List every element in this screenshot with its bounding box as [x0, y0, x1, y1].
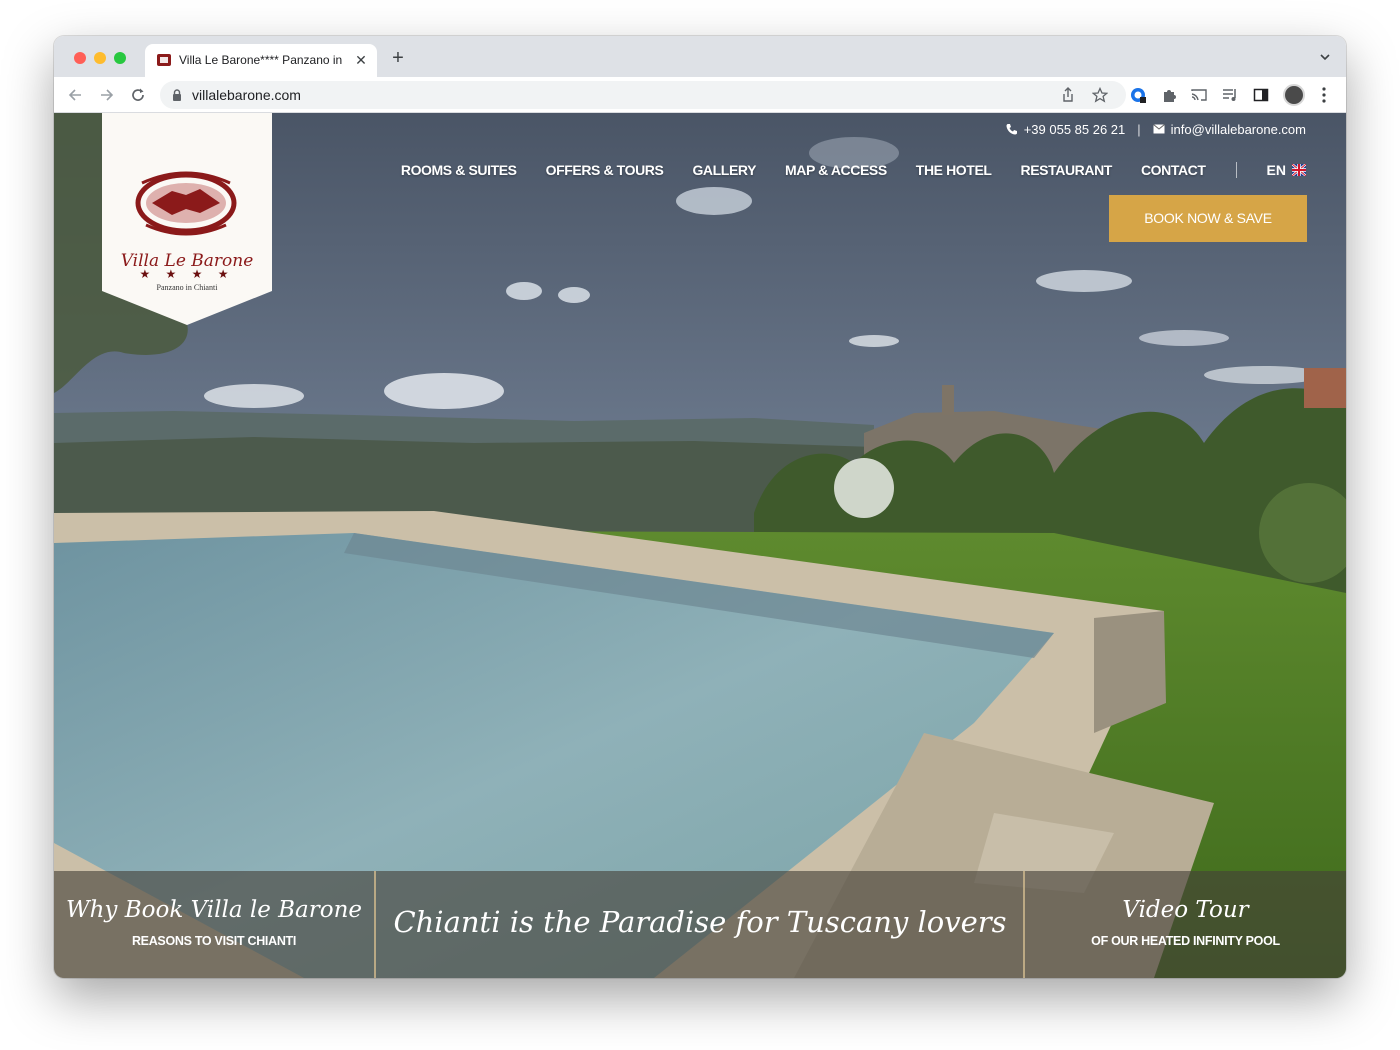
extensions-puzzle-icon[interactable] [1161, 87, 1177, 103]
chianti-tagline-panel: Chianti is the Paradise for Tuscany love… [376, 871, 1024, 978]
browser-tab[interactable]: Villa Le Barone**** Panzano in ✕ [145, 44, 377, 77]
language-code: EN [1266, 162, 1286, 178]
book-now-button[interactable]: BOOK NOW & SAVE [1109, 195, 1307, 242]
side-panel-icon[interactable] [1253, 87, 1269, 103]
language-selector[interactable]: EN [1267, 162, 1306, 178]
cast-icon[interactable] [1191, 87, 1207, 103]
tab-strip: Villa Le Barone**** Panzano in ✕ + [54, 36, 1346, 77]
uk-flag-icon [1292, 164, 1306, 176]
password-manager-icon[interactable] [1130, 87, 1146, 103]
feature-band: Why Book Villa le Barone REASONS TO VISI… [54, 871, 1346, 978]
address-bar[interactable]: villalebarone.com [160, 81, 1126, 109]
nav-divider [1235, 162, 1237, 178]
close-window-button[interactable] [74, 52, 86, 64]
web-page: Villa Le Barone ★ ★ ★ ★ Panzano in Chian… [54, 113, 1346, 978]
why-book-panel[interactable]: Why Book Villa le Barone REASONS TO VISI… [54, 871, 374, 978]
bookmark-star-icon[interactable] [1092, 87, 1108, 103]
video-tour-subtitle: OF OUR HEATED INFINITY POOL [1091, 934, 1280, 948]
nav-contact[interactable]: CONTACT [1141, 162, 1206, 178]
logo-shield-icon [102, 113, 272, 325]
browser-menu-icon[interactable] [1319, 86, 1329, 104]
site-favicon-icon [157, 54, 171, 66]
phone-icon [1006, 124, 1017, 135]
url-text: villalebarone.com [192, 87, 301, 103]
media-controls-icon[interactable] [1222, 87, 1238, 103]
new-tab-icon[interactable]: + [388, 48, 408, 68]
video-tour-panel[interactable]: Video Tour OF OUR HEATED INFINITY POOL [1025, 871, 1346, 978]
tab-title: Villa Le Barone**** Panzano in [179, 53, 343, 67]
nav-map-access[interactable]: MAP & ACCESS [785, 162, 887, 178]
maximize-window-button[interactable] [114, 52, 126, 64]
lock-icon [173, 89, 181, 101]
why-book-subtitle: REASONS TO VISIT CHIANTI [131, 934, 297, 948]
video-tour-title: Video Tour [1122, 897, 1249, 923]
email-link[interactable]: info@villalebarone.com [1171, 122, 1306, 137]
email-icon [1152, 124, 1165, 134]
phone-link[interactable]: +39 055 85 26 21 [1024, 122, 1126, 137]
nav-restaurant[interactable]: RESTAURANT [1021, 162, 1113, 178]
main-navigation: ROOMS & SUITES OFFERS & TOURS GALLERY MA… [372, 161, 1306, 179]
browser-window: Villa Le Barone**** Panzano in ✕ + villa… [54, 36, 1346, 978]
profile-avatar[interactable] [1283, 84, 1305, 106]
back-arrow-icon[interactable] [66, 85, 86, 105]
forward-arrow-icon[interactable] [96, 85, 116, 105]
contact-separator: | [1137, 121, 1141, 137]
reload-icon[interactable] [128, 85, 148, 105]
nav-offers-tours[interactable]: OFFERS & TOURS [546, 162, 664, 178]
nav-rooms-suites[interactable]: ROOMS & SUITES [401, 162, 517, 178]
share-icon[interactable] [1060, 87, 1076, 103]
nav-the-hotel[interactable]: THE HOTEL [916, 162, 992, 178]
tab-close-icon[interactable]: ✕ [353, 52, 369, 68]
minimize-window-button[interactable] [94, 52, 106, 64]
chianti-tagline: Chianti is the Paradise for Tuscany love… [393, 905, 1007, 939]
logo-location: Panzano in Chianti [156, 283, 218, 292]
tab-search-chevron-icon[interactable] [1318, 50, 1332, 64]
browser-toolbar: villalebarone.com [54, 77, 1346, 113]
site-logo[interactable]: Villa Le Barone ★ ★ ★ ★ Panzano in Chian… [102, 113, 272, 325]
why-book-title: Why Book Villa le Barone [65, 897, 363, 923]
nav-gallery[interactable]: GALLERY [692, 162, 756, 178]
logo-stars: ★ ★ ★ ★ [139, 267, 235, 281]
contact-bar: +39 055 85 26 21 | info@villalebarone.co… [1006, 121, 1306, 137]
